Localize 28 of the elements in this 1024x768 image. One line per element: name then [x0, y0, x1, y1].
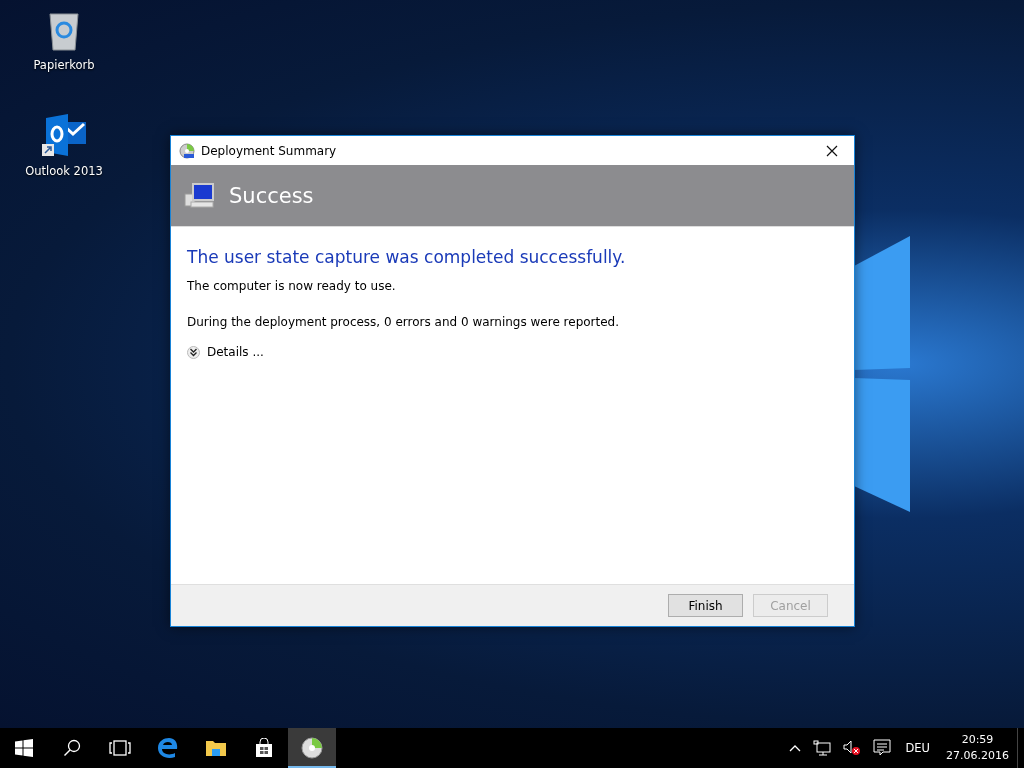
- disc-icon: [179, 142, 195, 159]
- desktop-icon-label[interactable]: Outlook 2013: [25, 164, 103, 178]
- network-icon[interactable]: [813, 740, 832, 756]
- details-toggle[interactable]: Details ...: [187, 345, 264, 359]
- chevron-icon: [187, 345, 200, 359]
- speaker-icon[interactable]: [843, 740, 862, 756]
- search-icon: [63, 739, 81, 757]
- notification-icon[interactable]: [873, 739, 892, 757]
- folder-icon: [205, 739, 227, 757]
- clock[interactable]: 20:59 27.06.2016: [938, 732, 1017, 764]
- computer-icon: [183, 181, 215, 210]
- shopping-bag-icon: [254, 738, 274, 758]
- outlook-icon[interactable]: [40, 112, 88, 158]
- dialog-button[interactable]: Finish: [668, 594, 743, 617]
- result-heading: The user state capture was completed successfully.: [187, 247, 627, 267]
- windows-icon: [15, 739, 33, 757]
- edge-icon: [157, 737, 179, 759]
- language-indicator[interactable]: DEU: [905, 741, 930, 755]
- task-view-icon: [109, 740, 131, 756]
- desktop-icon-label[interactable]: Papierkorb: [33, 58, 95, 72]
- taskbar-button[interactable]: [288, 728, 336, 768]
- message-text: The computer is now ready to use.: [187, 279, 397, 293]
- close-icon: [826, 144, 838, 157]
- chevron-up-icon[interactable]: [789, 744, 802, 752]
- message-text: During the deployment process, 0 errors and 0 warnings were reported.: [187, 315, 621, 329]
- disc-icon: [301, 737, 323, 759]
- window-title: Deployment Summary: [201, 143, 337, 158]
- banner-title: Success: [229, 183, 314, 208]
